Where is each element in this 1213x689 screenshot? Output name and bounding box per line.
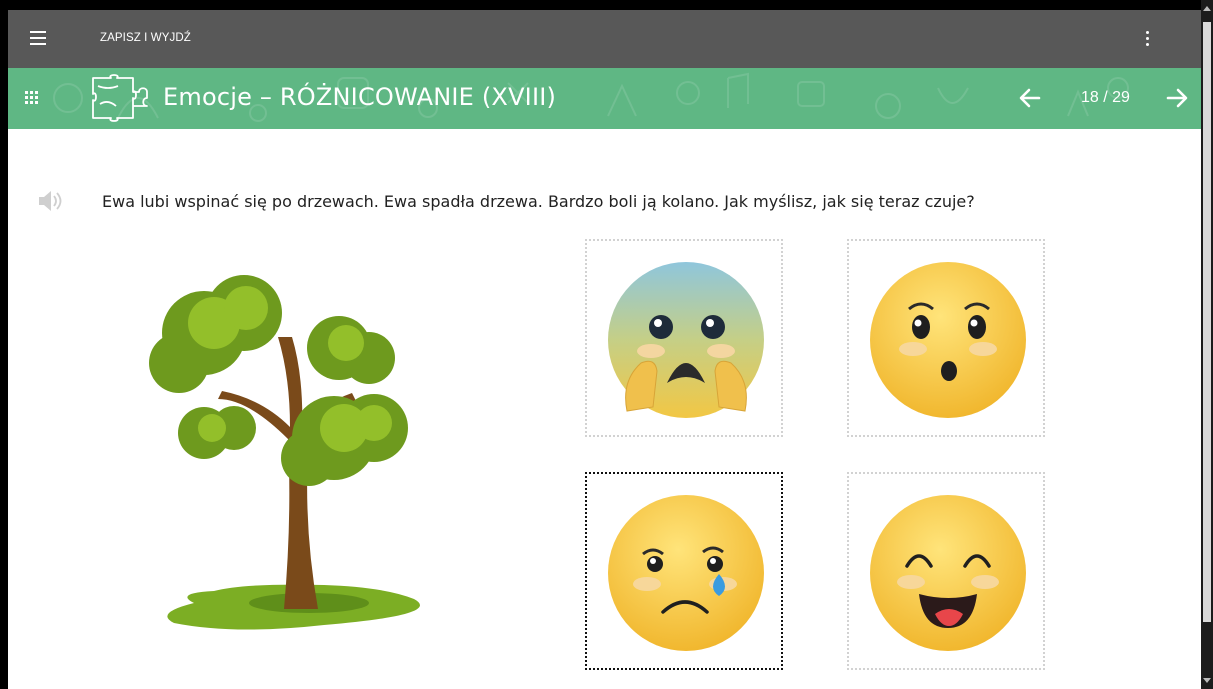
- lesson-title: Emocje – RÓŻNICOWANIE (XVIII): [163, 83, 557, 111]
- apps-grid-icon[interactable]: [25, 91, 39, 105]
- scroll-down-icon[interactable]: [1203, 678, 1211, 683]
- save-and-exit-button[interactable]: ZAPISZ I WYJDŹ: [100, 32, 191, 44]
- answer-card-sad[interactable]: [585, 472, 783, 670]
- crying-face-icon: [608, 495, 764, 651]
- tree-illustration: [149, 275, 420, 630]
- happy-face-icon: [870, 495, 1026, 651]
- answer-card-scared[interactable]: [585, 239, 783, 437]
- page-counter: 18 / 29: [1081, 89, 1130, 106]
- scrollbar[interactable]: [1201, 0, 1213, 689]
- hamburger-menu-icon[interactable]: [30, 31, 46, 45]
- scared-face-icon: [608, 262, 764, 418]
- speaker-icon[interactable]: [36, 190, 66, 212]
- scroll-up-icon[interactable]: [1203, 6, 1211, 11]
- question-text: Ewa lubi wspinać się po drzewach. Ewa sp…: [102, 192, 975, 211]
- arrow-left-icon[interactable]: [1018, 86, 1042, 110]
- arrow-right-icon[interactable]: [1165, 86, 1189, 110]
- top-bar: ZAPISZ I WYJDŹ: [8, 10, 1201, 68]
- app-window: ZAPISZ I WYJDŹ Emocje – RÓŻNICOWANIE (XV…: [8, 10, 1201, 689]
- answer-card-happy[interactable]: [847, 472, 1045, 670]
- lesson-header: Emocje – RÓŻNICOWANIE (XVIII) 18 / 29: [8, 68, 1201, 129]
- scrollbar-thumb[interactable]: [1203, 22, 1211, 622]
- puzzle-icon: [92, 74, 148, 122]
- answer-card-surprised[interactable]: [847, 239, 1045, 437]
- more-vertical-icon[interactable]: [1146, 31, 1150, 47]
- surprised-face-icon: [870, 262, 1026, 418]
